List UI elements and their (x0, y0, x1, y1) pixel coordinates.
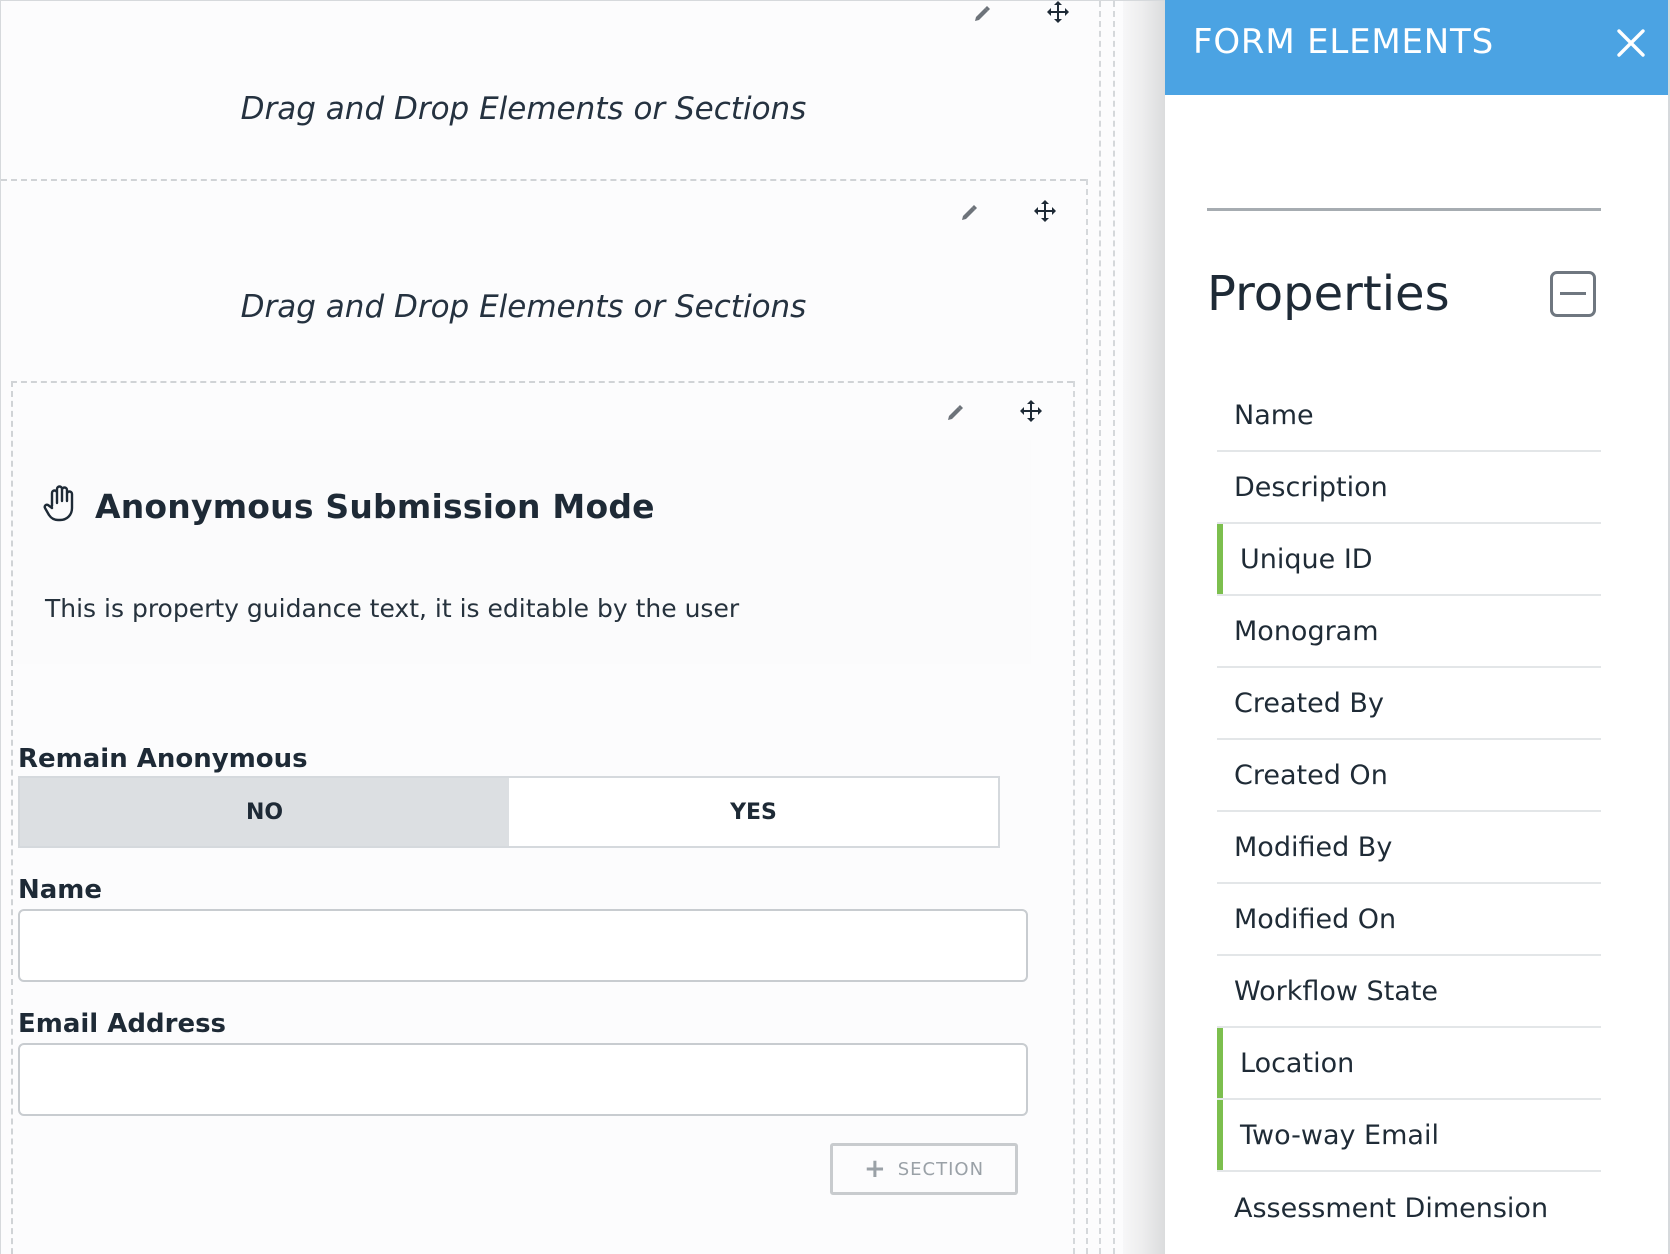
section-divider (1, 179, 1086, 181)
remain-anonymous-toggle: NO YES (18, 776, 1000, 848)
move-icon (1046, 1, 1070, 24)
hand-icon (43, 484, 79, 528)
properties-heading: Properties (1207, 266, 1450, 322)
property-item[interactable]: Description (1217, 452, 1601, 524)
canvas-guide-line (1113, 1, 1115, 1254)
property-item[interactable]: Created By (1217, 668, 1601, 740)
edit-section-button[interactable] (942, 400, 968, 426)
add-section-label: SECTION (897, 1158, 985, 1180)
email-field[interactable] (18, 1043, 1028, 1116)
panel-header: FORM ELEMENTS (1165, 0, 1668, 95)
property-item[interactable]: Modified By (1217, 812, 1601, 884)
move-section-button[interactable] (1032, 198, 1058, 224)
edit-section-button[interactable] (956, 200, 982, 226)
property-item[interactable]: Created On (1217, 740, 1601, 812)
property-item[interactable]: Monogram (1217, 596, 1601, 668)
pencil-icon (972, 4, 992, 24)
property-item[interactable]: Name (1217, 380, 1601, 452)
panel-shadow (1123, 1, 1165, 1254)
name-field-label: Name (18, 875, 103, 905)
properties-list: Name Description Unique ID Monogram Created … (1217, 380, 1601, 1244)
name-field[interactable] (18, 909, 1028, 982)
move-section-button[interactable] (1045, 1, 1071, 25)
drop-zone-hint: Drag and Drop Elements or Sections (240, 91, 807, 127)
section-border (1086, 179, 1088, 1254)
move-icon (1019, 399, 1043, 423)
email-field-label: Email Address (18, 1009, 227, 1039)
guidance-text: This is property guidance text, it is ed… (45, 594, 740, 623)
pencil-icon (959, 203, 979, 223)
toggle-option-yes[interactable]: YES (509, 778, 998, 846)
collapse-icon (1560, 292, 1586, 295)
property-item[interactable]: Unique ID (1217, 524, 1601, 596)
add-section-button[interactable]: + SECTION (830, 1143, 1018, 1195)
panel-divider (1207, 208, 1601, 211)
toggle-option-no[interactable]: NO (20, 778, 509, 846)
property-item[interactable]: Modified On (1217, 884, 1601, 956)
property-item[interactable]: Workflow State (1217, 956, 1601, 1028)
move-icon (1033, 199, 1057, 223)
remain-anonymous-label: Remain Anonymous (18, 744, 308, 774)
property-item[interactable]: Two-way Email (1217, 1100, 1601, 1172)
move-section-button[interactable] (1018, 398, 1044, 424)
close-icon (1616, 28, 1646, 62)
property-item[interactable]: Location (1217, 1028, 1601, 1100)
pencil-icon (945, 403, 965, 423)
property-item[interactable]: Assessment Dimension (1217, 1172, 1601, 1244)
edit-section-button[interactable] (969, 1, 995, 27)
section-card (13, 440, 1031, 664)
section-border (1073, 381, 1075, 1254)
plus-icon: + (863, 1154, 886, 1184)
canvas-guide-line (1099, 1, 1101, 1254)
collapse-properties-button[interactable] (1550, 271, 1596, 317)
section-header: Anonymous Submission Mode (43, 484, 655, 528)
section-title: Anonymous Submission Mode (95, 486, 655, 526)
panel-title: FORM ELEMENTS (1193, 22, 1494, 62)
close-panel-button[interactable] (1608, 22, 1654, 68)
form-elements-panel: FORM ELEMENTS Properties Name Description… (1165, 0, 1670, 1254)
form-canvas: Drag and Drop Elements or Sections Drag … (0, 0, 1165, 1254)
drop-zone-hint: Drag and Drop Elements or Sections (240, 289, 807, 325)
